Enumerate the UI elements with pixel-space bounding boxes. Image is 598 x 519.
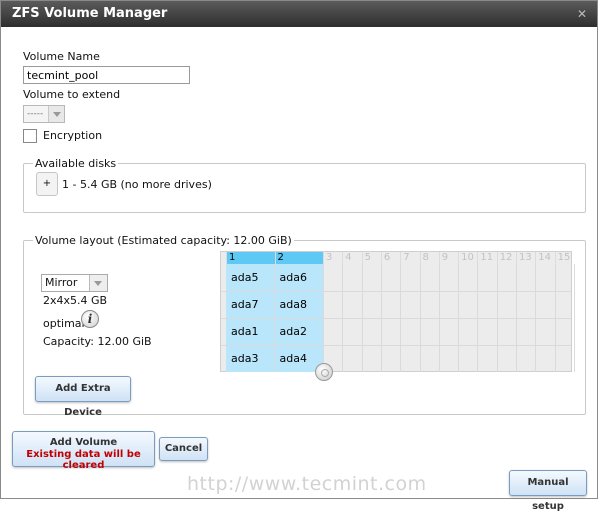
- disk-cell-ada6[interactable]: ada6: [280, 271, 307, 284]
- disk-config-text: 2x4x5.4 GB: [43, 294, 108, 307]
- disk-layout-grid[interactable]: 1 2 3 4 5 6 7 8 9 10 11 12 13 14 15 ada5 ada6 ada7 ada8 ada…: [220, 251, 575, 372]
- disk-cell-ada7[interactable]: ada7: [231, 298, 258, 311]
- column-header-13: 13: [516, 252, 535, 264]
- column-header-10: 10: [458, 252, 477, 264]
- layout-status-text: optimal: [43, 317, 85, 330]
- disk-cell-ada3[interactable]: ada3: [231, 352, 258, 365]
- add-extra-device-button[interactable]: Add Extra Device: [35, 376, 131, 418]
- column-header-14: 14: [535, 252, 554, 264]
- chevron-down-icon: [53, 112, 61, 117]
- disk-cell-ada5[interactable]: ada5: [231, 271, 258, 284]
- layout-type-value: Mirror: [45, 276, 78, 289]
- volume-extend-label: Volume to extend: [23, 88, 121, 101]
- available-disks-legend: Available disks: [35, 157, 117, 170]
- close-icon[interactable]: ✕: [577, 1, 587, 27]
- grid-line: [221, 318, 571, 319]
- encryption-label: Encryption: [43, 129, 103, 142]
- column-header-15: 15: [554, 252, 574, 264]
- add-volume-warning: Existing data will be cleared: [26, 449, 141, 471]
- resize-handle[interactable]: [315, 363, 333, 381]
- cancel-button[interactable]: Cancel: [159, 437, 208, 461]
- zfs-volume-manager-dialog: ZFS Volume Manager ✕ Volume Name Volume …: [0, 0, 598, 512]
- volume-layout-legend: Volume layout (Estimated capacity: 12.00…: [35, 234, 292, 247]
- column-header-9: 9: [438, 252, 458, 264]
- layout-type-select[interactable]: Mirror: [41, 274, 108, 292]
- volume-extend-select[interactable]: -----: [23, 105, 65, 123]
- volume-name-input[interactable]: [23, 66, 190, 84]
- column-header-12: 12: [496, 252, 516, 264]
- column-header-1: 1: [226, 252, 275, 264]
- disk-cell-ada4[interactable]: ada4: [280, 352, 307, 365]
- add-volume-label: Add Volume: [49, 437, 118, 448]
- grid-line: [573, 264, 575, 372]
- column-header-7: 7: [400, 252, 419, 264]
- add-disk-button[interactable]: +: [36, 172, 58, 196]
- watermark-text: http://www.tecmint.com: [187, 473, 427, 495]
- grid-line: [221, 291, 571, 292]
- info-icon[interactable]: i: [81, 310, 99, 328]
- column-header-2: 2: [274, 252, 323, 264]
- dialog-title: ZFS Volume Manager: [12, 6, 168, 21]
- chevron-down-icon: [94, 281, 102, 286]
- available-disk-text: 1 - 5.4 GB (no more drives): [62, 178, 212, 191]
- column-header-6: 6: [380, 252, 400, 264]
- column-header-4: 4: [342, 252, 361, 264]
- capacity-text: Capacity: 12.00 GiB: [43, 335, 152, 348]
- manual-setup-button[interactable]: Manual setup: [509, 470, 587, 512]
- add-volume-button[interactable]: Add Volume Existing data will be cleared: [12, 431, 155, 471]
- encryption-checkbox[interactable]: [23, 129, 37, 143]
- volume-extend-value: -----: [27, 109, 44, 119]
- disk-cell-ada8[interactable]: ada8: [280, 298, 307, 311]
- column-header-11: 11: [477, 252, 496, 264]
- column-header-8: 8: [419, 252, 439, 264]
- column-header-5: 5: [361, 252, 381, 264]
- dialog-titlebar: ZFS Volume Manager ✕: [1, 1, 597, 27]
- column-header-3: 3: [323, 252, 342, 264]
- disk-cell-ada1[interactable]: ada1: [231, 325, 258, 338]
- layout-type-dropdown-arrow[interactable]: [89, 275, 107, 291]
- disk-cell-ada2[interactable]: ada2: [280, 325, 307, 338]
- volume-extend-dropdown-arrow[interactable]: [48, 106, 64, 122]
- volume-name-label: Volume Name: [23, 50, 100, 63]
- grid-line: [221, 345, 571, 346]
